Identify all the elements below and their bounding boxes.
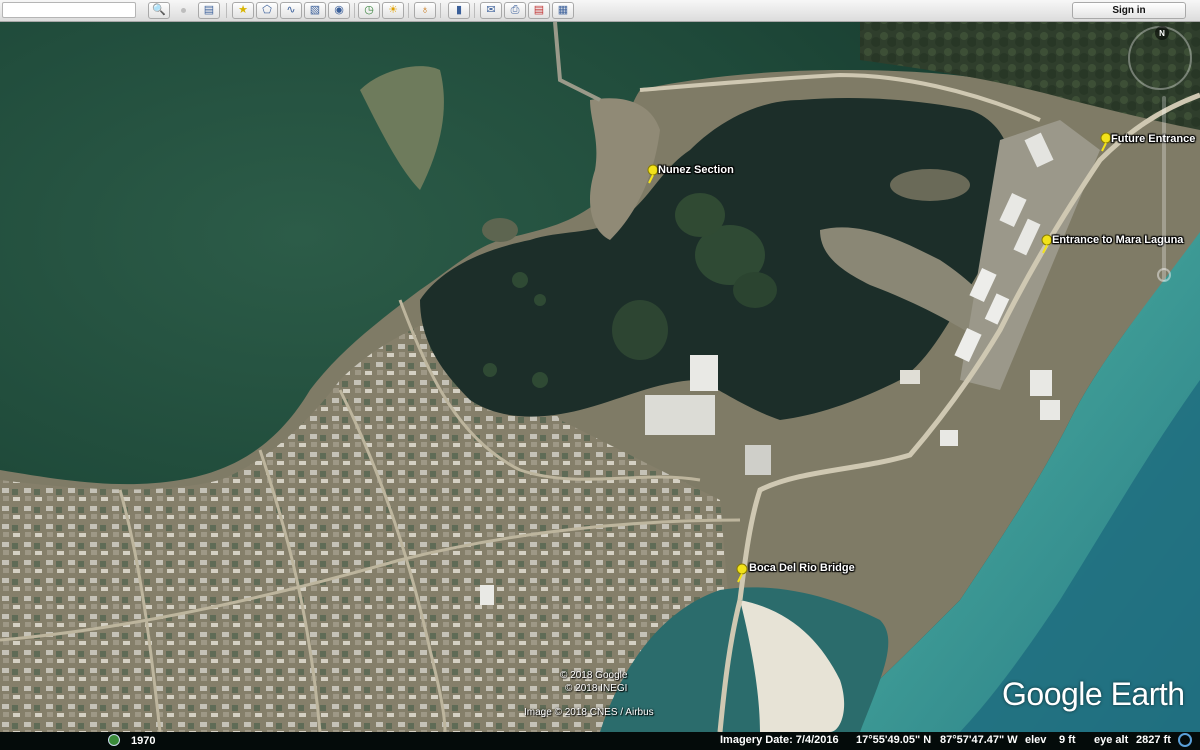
north-indicator[interactable]: N — [1155, 26, 1169, 40]
record-tour-icon: ◉ — [334, 4, 344, 16]
status-bar: Imagery Date: 7/4/2016 17°55'49.05" N 87… — [0, 732, 1200, 750]
sign-in-button[interactable]: Sign in — [1072, 2, 1186, 19]
add-polygon-button[interactable]: ⬠ — [256, 2, 278, 19]
latitude-readout: 17°55'49.05" N — [856, 734, 932, 746]
view-in-maps-button[interactable]: ▤ — [528, 2, 550, 19]
add-path-button[interactable]: ∿ — [280, 2, 302, 19]
elevation-value: 9 ft — [1059, 734, 1076, 746]
sidebar-toggle-button[interactable]: ▤ — [198, 2, 220, 19]
placemark-label-future-entrance[interactable]: Future Entrance — [1111, 133, 1195, 145]
zoom-slider-knob[interactable] — [1157, 268, 1171, 282]
historical-imagery-icon[interactable] — [108, 734, 120, 746]
toolbar-divider — [440, 3, 441, 18]
ruler-icon: ▮ — [455, 4, 463, 16]
placemark-label-boca-del-rio-bridge[interactable]: Boca Del Rio Bridge — [749, 562, 855, 574]
record-tour-button[interactable]: ◉ — [328, 2, 350, 19]
search-input[interactable] — [2, 2, 136, 18]
ruler-button[interactable]: ▮ — [448, 2, 470, 19]
zoom-slider[interactable] — [1162, 96, 1166, 281]
toolbar-divider — [408, 3, 409, 18]
maps-icon: ▤ — [533, 4, 545, 16]
eye-altitude-value: 2827 ft — [1136, 734, 1171, 746]
sun-icon: ☀ — [388, 4, 398, 16]
attribution-imagery: Image © 2018 CNES / Airbus — [524, 707, 654, 718]
search-icon: 🔍 — [152, 4, 166, 16]
polygon-icon: ⬠ — [262, 4, 272, 16]
pushpin-icon — [736, 563, 748, 583]
toolbar: 🔍 ▤ ★ ⬠ ∿ ▧ ◉ ◷ ☀ ♁ ▮ ✉ ⎙ ▤ ▦ Sign in — [0, 0, 1200, 22]
satellite-map[interactable]: Nunez Section Future Entrance Entrance t… — [0, 22, 1200, 732]
satellite-imagery — [0, 22, 1200, 732]
email-button[interactable]: ✉ — [480, 2, 502, 19]
elevation-label: elev — [1025, 734, 1047, 746]
attribution-google: © 2018 Google — [560, 670, 628, 681]
add-image-overlay-button[interactable]: ▧ — [304, 2, 326, 19]
print-button[interactable]: ⎙ — [504, 2, 526, 19]
sidebar-icon: ▤ — [203, 4, 215, 16]
switch-to-sky-button[interactable]: ♁ — [414, 2, 436, 19]
email-icon: ✉ — [486, 4, 496, 16]
eye-altitude-label: eye alt — [1094, 734, 1129, 746]
clock-icon: ◷ — [364, 4, 374, 16]
search-button[interactable]: 🔍 — [148, 2, 170, 19]
save-image-icon: ▦ — [557, 4, 569, 16]
imagery-date: Imagery Date: 7/4/2016 — [720, 734, 839, 746]
placemark-label-nunez-section[interactable]: Nunez Section — [658, 164, 734, 176]
add-placemark-button[interactable]: ★ — [232, 2, 254, 19]
toolbar-divider — [226, 3, 227, 18]
save-image-button[interactable]: ▦ — [552, 2, 574, 19]
attribution-inegi: © 2018 INEGI — [565, 683, 628, 694]
toolbar-divider — [474, 3, 475, 18]
placemark-boca-del-rio-bridge[interactable] — [735, 563, 749, 583]
google-earth-logo: Google Earth — [1002, 676, 1185, 712]
placemark-icon: ★ — [238, 4, 248, 16]
streaming-indicator-icon — [1178, 733, 1192, 747]
sunlight-button[interactable]: ☀ — [382, 2, 404, 19]
historical-year[interactable]: 1970 — [131, 735, 155, 747]
print-icon: ⎙ — [510, 4, 520, 16]
path-icon: ∿ — [286, 4, 296, 16]
separator-dot — [181, 8, 186, 13]
historical-imagery-button[interactable]: ◷ — [358, 2, 380, 19]
longitude-readout: 87°57'47.47" W — [940, 734, 1018, 746]
toolbar-divider — [354, 3, 355, 18]
image-overlay-icon: ▧ — [309, 4, 321, 16]
planet-icon: ♁ — [420, 4, 430, 16]
